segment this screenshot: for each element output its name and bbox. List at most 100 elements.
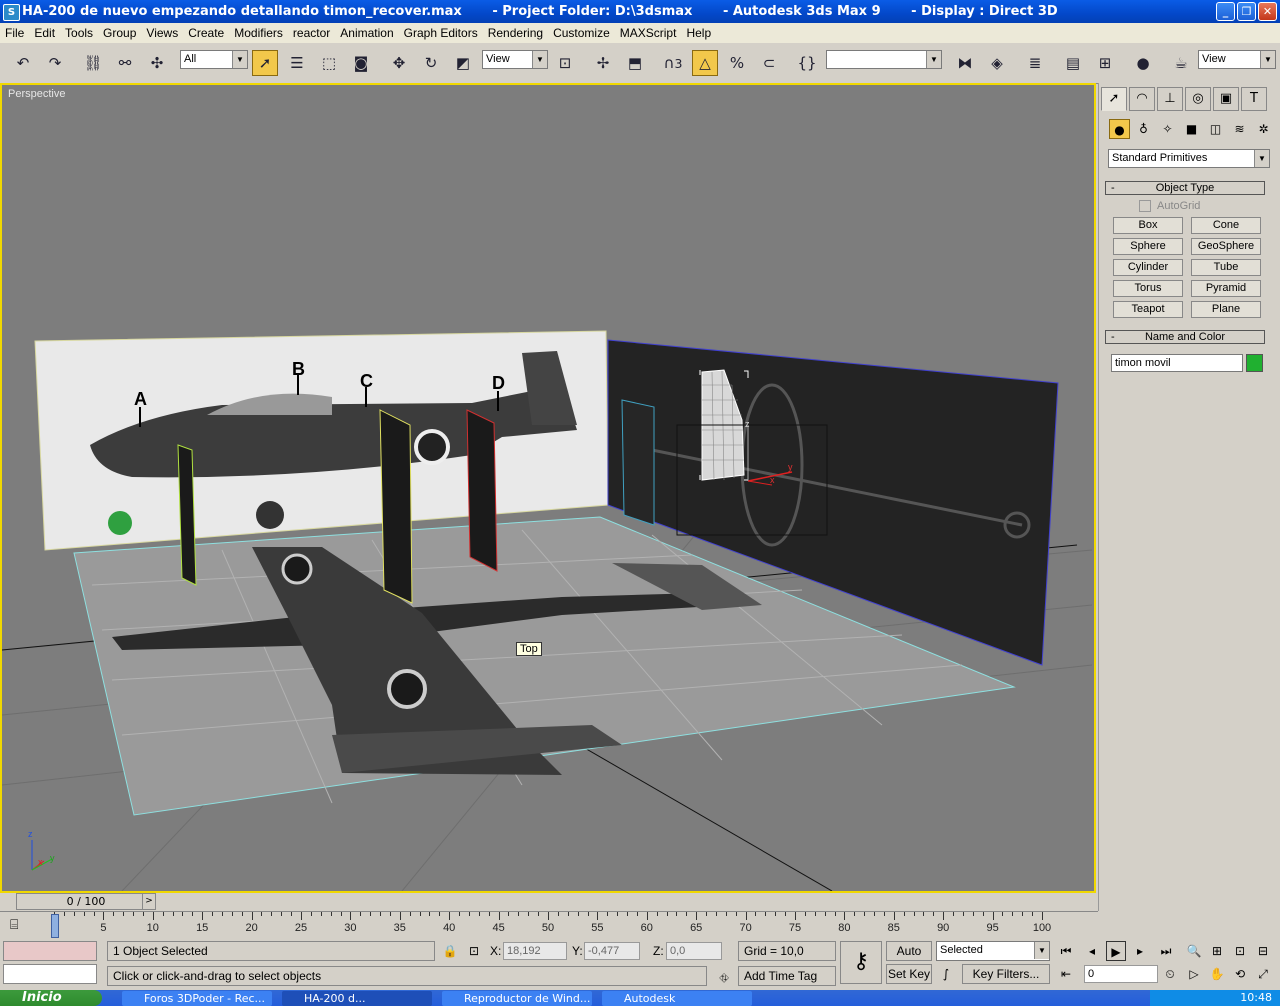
select-by-name-icon[interactable]: ☰ [284,50,310,76]
lights-icon[interactable]: ✧ [1157,119,1178,139]
utilities-tab-icon[interactable]: T [1241,87,1267,111]
x-coordinate-input[interactable]: 18,192 [503,942,567,960]
zoom-all-icon[interactable]: ⊞ [1207,941,1227,961]
select-and-move-icon[interactable]: ✥ [386,50,412,76]
menu-create[interactable]: Create [183,26,229,40]
time-configuration-icon[interactable]: ⏲ [1160,964,1180,984]
percent-snap-toggle-icon[interactable]: % [724,50,750,76]
hierarchy-tab-icon[interactable]: ⊥ [1157,87,1183,111]
curve-editor-mini-icon[interactable]: ⌸ [10,917,18,933]
absolute-relative-toggle-icon[interactable]: ⊡ [464,941,484,961]
key-mode-toggle-icon[interactable]: ⇤ [1056,964,1076,984]
select-and-rotate-icon[interactable]: ↻ [418,50,444,76]
taskbar-item-media-player[interactable]: Reproductor de Wind... [442,991,592,1006]
pan-view-icon[interactable]: ✋ [1207,964,1227,984]
create-tab-icon[interactable]: ➚ [1101,87,1127,111]
select-object-icon[interactable]: ➚ [252,50,278,76]
rectangular-selection-icon[interactable]: ⬚ [316,50,342,76]
pivot-center-icon[interactable]: ⊡ [552,50,578,76]
menu-help[interactable]: Help [681,26,716,40]
unlink-icon[interactable]: ⚯ [112,50,138,76]
3dsmax-app-icon[interactable]: S [3,4,20,21]
layer-manager-icon[interactable]: ≣ [1022,50,1048,76]
sphere-button[interactable]: Sphere [1113,238,1183,255]
tube-button[interactable]: Tube [1191,259,1261,276]
systems-icon[interactable]: ✲ [1253,119,1274,139]
field-of-view-icon[interactable]: ▷ [1184,964,1204,984]
set-key-icon[interactable]: ⚷ [840,941,882,984]
render-scene-icon[interactable]: ☕ [1168,50,1194,76]
edit-named-selection-icon[interactable]: {} [794,50,820,76]
snap-toggle-icon[interactable]: ∩ 3 [660,50,686,76]
select-and-link-icon[interactable]: ⛓ [80,50,106,76]
next-frame-icon[interactable]: ▸ [1130,941,1150,961]
taskbar-item-3dsmax[interactable]: HA-200 d... [282,991,432,1006]
zoom-extents-icon[interactable]: ⊡ [1230,941,1250,961]
angle-snap-toggle-icon[interactable]: △ [692,50,718,76]
y-coordinate-input[interactable]: -0,477 [584,942,640,960]
minimize-button[interactable]: _ [1216,2,1235,21]
section-plate-d[interactable] [466,409,498,572]
time-slider[interactable]: 0 / 100 > [16,893,156,910]
object-name-input[interactable]: timon movil [1111,354,1243,372]
geometry-icon[interactable]: ● [1109,119,1130,139]
schematic-view-icon[interactable]: ⊞ [1092,50,1118,76]
menu-maxscript[interactable]: MAXScript [615,26,682,40]
close-button[interactable]: ✕ [1258,2,1277,21]
geosphere-button[interactable]: GeoSphere [1191,238,1261,255]
set-key-button[interactable]: Set Key [886,964,932,984]
motion-tab-icon[interactable]: ◎ [1185,87,1211,111]
section-plate-rear[interactable] [621,399,655,526]
auto-key-button[interactable]: Auto Key [886,941,932,976]
bind-space-warp-icon[interactable]: ✣ [144,50,170,76]
taskbar-item-foros[interactable]: Foros 3DPoder - Rec... [122,991,272,1006]
autogrid-checkbox[interactable]: AutoGrid [1139,200,1200,213]
current-frame-input[interactable]: 0 [1084,965,1158,983]
z-coordinate-input[interactable]: 0,0 [666,942,722,960]
window-crossing-icon[interactable]: ◙ [348,50,374,76]
torus-button[interactable]: Torus [1113,280,1183,297]
go-to-end-icon[interactable]: ⏭ [1156,941,1176,961]
menu-modifiers[interactable]: Modifiers [229,26,288,40]
taskbar-item-autodesk[interactable]: Autodesk [602,991,752,1006]
helpers-icon[interactable]: ◫ [1205,119,1226,139]
named-selection-sets-dropdown[interactable]: ▼ [826,50,942,69]
menu-tools[interactable]: Tools [60,26,98,40]
modify-tab-icon[interactable]: ◠ [1129,87,1155,111]
select-and-scale-icon[interactable]: ◩ [450,50,476,76]
menu-animation[interactable]: Animation [335,26,398,40]
shapes-icon[interactable]: ♁ [1133,119,1154,139]
space-warps-icon[interactable]: ≋ [1229,119,1250,139]
transform-icon[interactable]: ⛗ [714,968,734,988]
go-to-start-icon[interactable]: ⏮ [1056,941,1076,961]
spinner-snap-toggle-icon[interactable]: ⊂ [756,50,782,76]
maxscript-input-mini[interactable] [3,964,97,984]
select-and-manipulate-icon[interactable]: ✢ [590,50,616,76]
key-filters-button[interactable]: Key Filters... [962,964,1050,984]
default-tangents-icon[interactable]: ∫ [936,964,956,984]
cone-button[interactable]: Cone [1191,217,1261,234]
arc-rotate-icon[interactable]: ⟲ [1230,964,1250,984]
zoom-icon[interactable]: 🔍 [1184,941,1204,961]
title-bar[interactable]: S HA-200 de nuevo empezando detallando t… [0,0,1280,23]
perspective-viewport[interactable]: Perspective A B C D y x z z x y Top [0,83,1096,893]
menu-group[interactable]: Group [98,26,141,40]
align-icon[interactable]: ◈ [984,50,1010,76]
object-color-swatch[interactable] [1246,354,1263,372]
menu-edit[interactable]: Edit [29,26,60,40]
cylinder-button[interactable]: Cylinder [1113,259,1183,276]
menu-views[interactable]: Views [141,26,183,40]
menu-file[interactable]: File [0,26,29,40]
menu-reactor[interactable]: reactor [288,26,335,40]
render-type-dropdown[interactable]: View ▼ [1198,50,1276,69]
object-category-dropdown[interactable]: Standard Primitives ▼ [1108,149,1270,168]
redo-icon[interactable]: ↷ [42,50,68,76]
cameras-icon[interactable]: ■ [1181,119,1202,139]
lock-icon[interactable]: 🔒 [440,941,460,961]
key-mode-dropdown[interactable]: Selected ▼ [936,941,1050,961]
plane-button[interactable]: Plane [1191,301,1261,318]
previous-frame-icon[interactable]: ◂ [1082,941,1102,961]
material-editor-icon[interactable]: ● [1130,50,1156,76]
curve-editor-icon[interactable]: ▤ [1060,50,1086,76]
start-button[interactable]: Inicio [0,990,102,1006]
